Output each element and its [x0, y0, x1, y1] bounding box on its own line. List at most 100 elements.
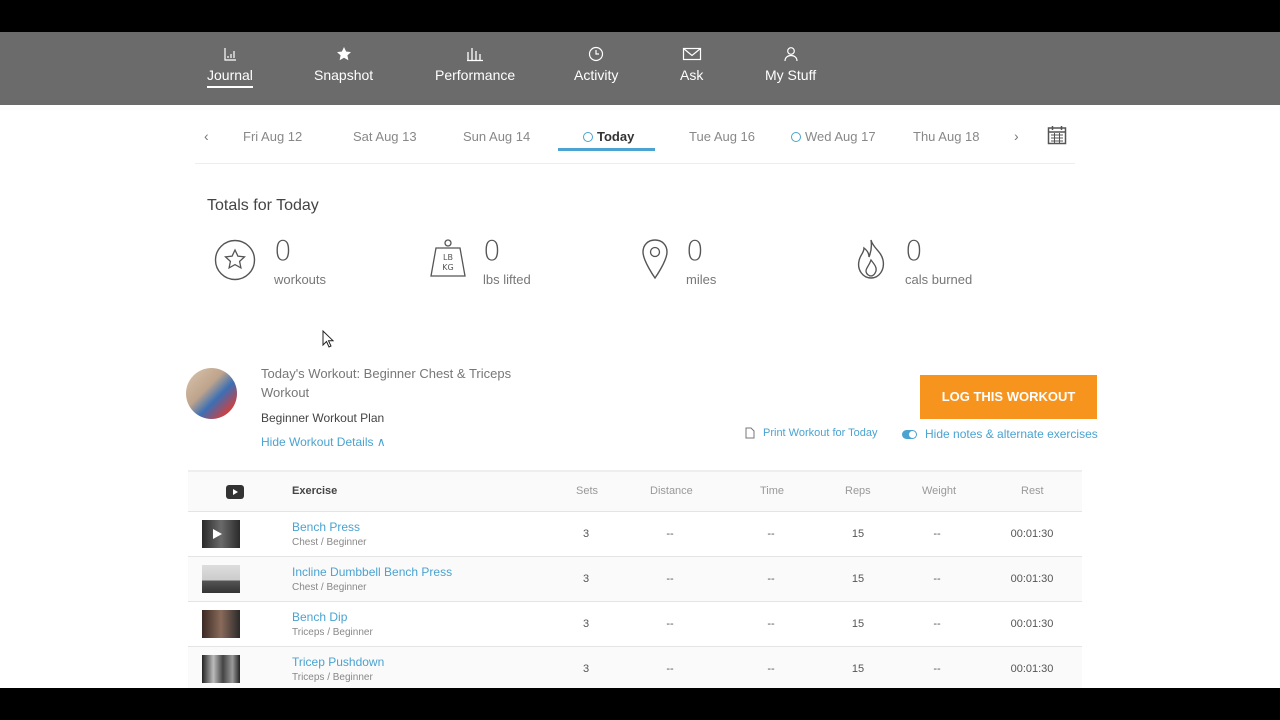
- cell-distance: --: [666, 573, 674, 585]
- exercise-video-thumbnail[interactable]: [202, 610, 240, 638]
- col-sets: Sets: [576, 485, 599, 497]
- nav-label: Activity: [574, 67, 619, 83]
- cell-reps: 15: [851, 573, 865, 585]
- exercise-video-thumbnail[interactable]: [202, 655, 240, 683]
- location-pin-icon: [642, 239, 668, 280]
- document-icon: [745, 427, 755, 439]
- nav-label: Snapshot: [314, 67, 374, 83]
- print-workout-label: Print Workout for Today: [763, 427, 878, 439]
- exercise-category: Triceps / Beginner: [292, 627, 373, 638]
- date-wed-aug-17[interactable]: Wed Aug 17: [791, 129, 876, 144]
- play-icon: [213, 529, 222, 539]
- app-screen: Journal Snapshot Performance Activity As…: [0, 32, 1280, 688]
- print-workout-link[interactable]: Print Workout for Today: [745, 427, 878, 439]
- cell-sets: 3: [582, 663, 590, 675]
- exercise-category: Chest / Beginner: [292, 582, 367, 593]
- exercise-category: Triceps / Beginner: [292, 672, 373, 683]
- hide-notes-toggle[interactable]: Hide notes & alternate exercises: [902, 427, 1098, 441]
- col-distance: Distance: [650, 485, 693, 497]
- nav-label: Journal: [207, 67, 253, 88]
- mail-icon: [682, 47, 701, 61]
- date-today[interactable]: Today: [583, 129, 634, 144]
- exercise-table: Exercise Sets Distance Time Reps Weight …: [188, 470, 1082, 688]
- cell-rest: 00:01:30: [1010, 573, 1054, 585]
- cell-reps: 15: [851, 618, 865, 630]
- prev-date-arrow[interactable]: ‹: [204, 128, 209, 144]
- date-thu-aug-18[interactable]: Thu Aug 18: [913, 129, 980, 144]
- cell-distance: --: [666, 528, 674, 540]
- workout-indicator-icon: [791, 132, 801, 142]
- cell-sets: 3: [582, 573, 590, 585]
- today-underline: [558, 148, 655, 151]
- exercise-name-link[interactable]: Tricep Pushdown: [292, 655, 384, 669]
- hide-workout-details-link[interactable]: Hide Workout Details ∧: [261, 435, 386, 449]
- nav-activity[interactable]: Activity: [574, 46, 618, 83]
- exercise-name-link[interactable]: Incline Dumbbell Bench Press: [292, 565, 452, 579]
- nav-ask[interactable]: Ask: [680, 46, 703, 83]
- workout-title: Today's Workout: Beginner Chest & Tricep…: [261, 366, 512, 400]
- toggle-switch[interactable]: [902, 430, 917, 439]
- nav-snapshot[interactable]: Snapshot: [314, 46, 373, 83]
- video-play-icon: [226, 485, 244, 499]
- date-sun-aug-14[interactable]: Sun Aug 14: [463, 129, 530, 144]
- stat-label: miles: [686, 272, 717, 287]
- star-icon: [336, 47, 351, 61]
- next-date-arrow[interactable]: ›: [1014, 128, 1019, 144]
- bar-chart-icon: [467, 48, 484, 62]
- exercise-name-link[interactable]: Bench Dip: [292, 610, 347, 624]
- cell-weight: --: [933, 618, 941, 630]
- calendar-icon[interactable]: [1047, 125, 1067, 145]
- stat-value: 0: [483, 234, 501, 267]
- stat-value: 0: [905, 234, 923, 267]
- star-circle-icon: [214, 239, 256, 281]
- cell-reps: 15: [851, 528, 865, 540]
- flame-icon: [857, 239, 885, 279]
- cell-rest: 00:01:30: [1010, 663, 1054, 675]
- table-row: Bench Press Chest / Beginner 3 -- -- 15 …: [188, 512, 1082, 557]
- exercise-category: Chest / Beginner: [292, 537, 367, 548]
- exercise-video-thumbnail[interactable]: [202, 565, 240, 593]
- cell-rest: 00:01:30: [1010, 618, 1054, 630]
- date-fri-aug-12[interactable]: Fri Aug 12: [243, 129, 302, 144]
- exercise-video-thumbnail[interactable]: [202, 520, 240, 548]
- workout-avatar: [186, 368, 237, 419]
- top-nav: Journal Snapshot Performance Activity As…: [0, 32, 1280, 105]
- cell-reps: 15: [851, 663, 865, 675]
- cell-time: --: [767, 528, 775, 540]
- totals-title: Totals for Today: [207, 197, 319, 214]
- stat-value: 0: [686, 234, 704, 267]
- table-header: Exercise Sets Distance Time Reps Weight …: [188, 472, 1082, 512]
- nav-label: Performance: [435, 67, 516, 83]
- col-reps: Reps: [845, 485, 871, 497]
- workout-indicator-icon: [583, 132, 593, 142]
- table-row: Incline Dumbbell Bench Press Chest / Beg…: [188, 557, 1082, 602]
- mouse-cursor-icon: [322, 330, 334, 348]
- nav-journal[interactable]: Journal: [207, 46, 253, 88]
- user-icon: [783, 47, 798, 62]
- cell-weight: --: [933, 663, 941, 675]
- table-row: Bench Dip Triceps / Beginner 3 -- -- 15 …: [188, 602, 1082, 647]
- exercise-name-link[interactable]: Bench Press: [292, 520, 360, 534]
- cell-sets: 3: [582, 618, 590, 630]
- workout-plan: Beginner Workout Plan: [261, 411, 385, 425]
- weight-icon: LBKG: [430, 239, 466, 277]
- stat-value: 0: [274, 234, 292, 267]
- nav-performance[interactable]: Performance: [435, 46, 515, 83]
- stat-label: cals burned: [905, 272, 973, 287]
- nav-my-stuff[interactable]: My Stuff: [765, 46, 816, 83]
- col-exercise: Exercise: [292, 485, 338, 497]
- cell-time: --: [767, 573, 775, 585]
- stat-label: workouts: [274, 272, 327, 287]
- col-time: Time: [760, 485, 785, 497]
- log-workout-button[interactable]: LOG THIS WORKOUT: [920, 375, 1097, 419]
- date-tue-aug-16[interactable]: Tue Aug 16: [689, 129, 755, 144]
- clock-icon: [589, 46, 604, 62]
- svg-text:LB: LB: [443, 253, 453, 262]
- stat-label: lbs lifted: [483, 272, 531, 287]
- date-sat-aug-13[interactable]: Sat Aug 13: [353, 129, 417, 144]
- cell-weight: --: [933, 573, 941, 585]
- svg-text:KG: KG: [442, 263, 453, 272]
- table-row: Tricep Pushdown Triceps / Beginner 3 -- …: [188, 647, 1082, 688]
- nav-label: My Stuff: [765, 67, 817, 83]
- col-weight: Weight: [922, 485, 957, 497]
